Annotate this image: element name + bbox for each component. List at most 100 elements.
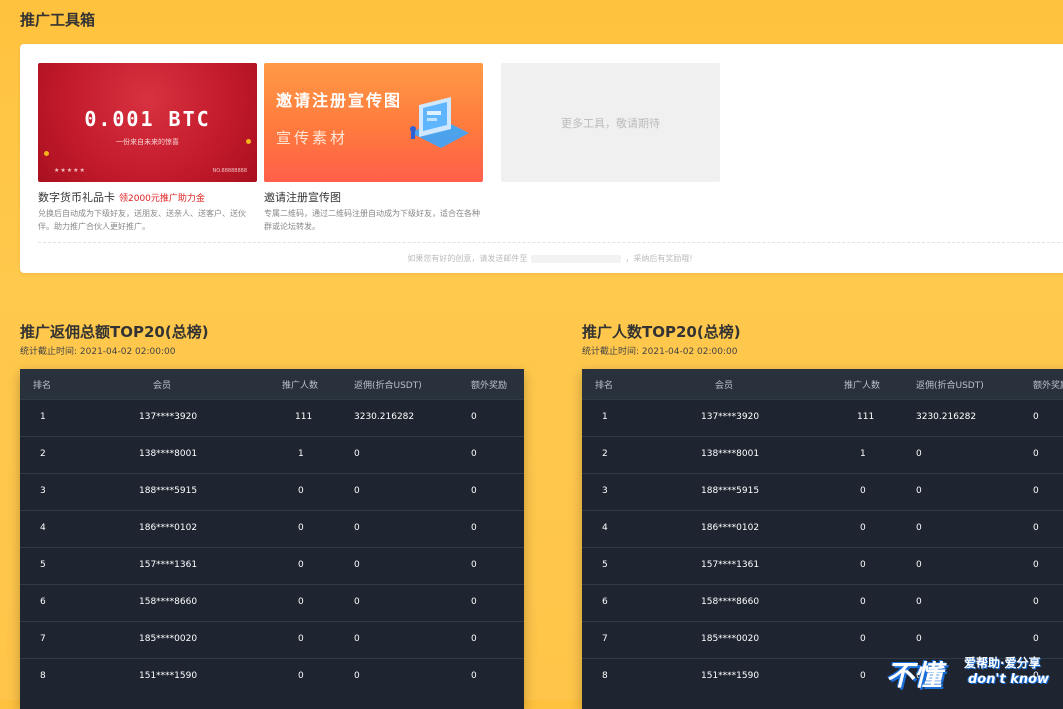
bonus-cell: 0 (471, 412, 477, 422)
member-cell: 151****1590 (701, 671, 760, 681)
bonus-cell: 0 (471, 634, 477, 644)
toolbox-footnote: 如果您有好的创意，请发送邮件至 ，采纳后有奖励哦! (20, 253, 1063, 264)
member-cell: 138****8001 (701, 449, 760, 459)
member-cell: 185****0020 (701, 634, 760, 644)
invite-poster-image-subtitle: 宣传素材 (276, 129, 349, 147)
watermark-slogan: 爱帮助·爱分享 (964, 656, 1041, 670)
gift-card-description: 兑换后自动成为下级好友，送朋友、送亲人、送客户、送伙伴。助力推广合伙人更好推广。 (38, 209, 246, 231)
member-cell: 188****5915 (701, 486, 760, 496)
bonus-cell: 0 (1033, 560, 1039, 570)
table-header: 排名 会员 推广人数 返佣(折合USDT) 额外奖励 (582, 369, 1063, 399)
rank-cell: 4 (602, 523, 608, 533)
bonus-cell: 0 (1033, 486, 1039, 496)
commission-cell: 0 (354, 560, 360, 570)
table-row: 7 185****0020 0 0 0 (20, 621, 524, 658)
more-tools-placeholder: 更多工具，敬请期待 (501, 63, 720, 182)
invite-poster-title[interactable]: 邀请注册宣传图 (264, 189, 483, 205)
referrals-cell: 0 (298, 671, 304, 681)
commission-board-title: 推广返佣总额TOP20(总榜) (20, 323, 209, 341)
commission-cell: 0 (354, 634, 360, 644)
more-tools-card: 更多工具，敬请期待 (501, 63, 720, 182)
header-rank: 排名 (595, 381, 614, 391)
table-header: 排名 会员 推广人数 返佣(折合USDT) 额外奖励 (20, 369, 524, 399)
redacted-email (531, 254, 622, 263)
bonus-cell: 0 (471, 523, 477, 533)
bonus-cell: 0 (471, 597, 477, 607)
rank-cell: 1 (40, 412, 46, 422)
rank-cell: 7 (602, 634, 608, 644)
member-cell: 137****3920 (139, 412, 198, 422)
commission-cell: 0 (354, 597, 360, 607)
header-bonus: 额外奖励 (471, 381, 508, 391)
gift-card-image-subtitle: 一份来自未来的惊喜 (116, 138, 179, 146)
rank-cell: 5 (602, 560, 608, 570)
referrals-cell: 0 (298, 486, 304, 496)
member-cell: 157****1361 (701, 560, 760, 570)
gift-card-image[interactable]: 0.001 BTC 一份来自未来的惊喜 ★★★★★ NO.88888888 (38, 63, 257, 182)
toolbox-title: 推广工具箱 (20, 11, 96, 29)
referral-board-stats-time: 统计截止时间: 2021-04-02 02:00:00 (582, 347, 738, 357)
table-row: 2 138****8001 1 0 0 (582, 436, 1063, 473)
table-row: 2 138****8001 1 0 0 (20, 436, 524, 473)
table-row: 1 137****3920 111 3230.216282 0 (20, 399, 524, 436)
table-row: 6 158****8660 0 0 0 (20, 584, 524, 621)
gift-card-title[interactable]: 数字货币礼品卡 (38, 191, 115, 204)
rank-cell: 5 (40, 560, 46, 570)
referrals-cell: 0 (860, 560, 866, 570)
toolbox-panel: 0.001 BTC 一份来自未来的惊喜 ★★★★★ NO.88888888 数字… (20, 44, 1063, 273)
invite-poster-image[interactable]: 邀请注册宣传图 宣传素材 (264, 63, 483, 182)
bonus-cell: 0 (1033, 449, 1039, 459)
gold-dot-decoration (44, 151, 49, 156)
commission-cell: 0 (354, 671, 360, 681)
referrals-cell: 0 (860, 523, 866, 533)
gift-card-promo-tag: 领2000元推广助力金 (119, 194, 205, 204)
referrals-cell: 0 (298, 597, 304, 607)
bonus-cell: 0 (471, 486, 477, 496)
commission-board-stats-time: 统计截止时间: 2021-04-02 02:00:00 (20, 347, 176, 357)
table-row: 3 188****5915 0 0 0 (582, 473, 1063, 510)
gift-card-serial: NO.88888888 (212, 168, 247, 174)
member-cell: 158****8660 (139, 597, 198, 607)
referral-board-title: 推广人数TOP20(总榜) (582, 323, 741, 341)
referrals-cell: 0 (860, 597, 866, 607)
header-rank: 排名 (33, 381, 52, 391)
commission-cell: 0 (916, 523, 922, 533)
header-bonus: 额外奖励 (1033, 381, 1063, 391)
bonus-cell: 0 (471, 449, 477, 459)
header-referrals: 推广人数 (282, 381, 319, 391)
commission-cell: 0 (354, 523, 360, 533)
rank-cell: 1 (602, 412, 608, 422)
referrals-cell: 111 (295, 412, 313, 422)
referrals-cell: 111 (857, 412, 875, 422)
invite-poster-description: 专属二维码，通过二维码注册自动成为下级好友，适合在各种群或论坛转发。 (264, 209, 480, 231)
bonus-cell: 0 (1033, 412, 1039, 422)
invite-poster-tool[interactable]: 邀请注册宣传图 宣传素材 邀请注册宣传图 专属二维码，通过二维码注册自动成为下级… (264, 63, 483, 233)
header-commission: 返佣(折合USDT) (916, 381, 984, 391)
member-cell: 138****8001 (139, 449, 198, 459)
member-cell: 137****3920 (701, 412, 760, 422)
gift-card-stars: ★★★★★ (54, 167, 86, 174)
member-cell: 188****5915 (139, 486, 198, 496)
rank-cell: 8 (40, 671, 46, 681)
watermark-logo: 不懂 爱帮助·爱分享 don't know (886, 652, 1056, 694)
rank-cell: 3 (602, 486, 608, 496)
member-cell: 158****8660 (701, 597, 760, 607)
commission-cell: 0 (916, 560, 922, 570)
table-row: 5 157****1361 0 0 0 (582, 547, 1063, 584)
watermark-english: don't know (968, 672, 1050, 687)
referrals-cell: 0 (860, 634, 866, 644)
bonus-cell: 0 (471, 671, 477, 681)
bonus-cell: 0 (1033, 634, 1039, 644)
commission-cell: 0 (354, 486, 360, 496)
referrals-cell: 0 (298, 560, 304, 570)
table-row: 5 157****1361 0 0 0 (20, 547, 524, 584)
table-row: 8 151****1590 0 0 0 (20, 658, 524, 695)
commission-leaderboard-table: 排名 会员 推广人数 返佣(折合USDT) 额外奖励 1 137****3920 1… (20, 369, 524, 709)
member-cell: 186****0102 (139, 523, 198, 533)
footnote-suffix: ，采纳后有奖励哦! (625, 254, 693, 263)
isometric-device-illustration (410, 97, 469, 148)
bonus-cell: 0 (1033, 597, 1039, 607)
gift-card-tool[interactable]: 0.001 BTC 一份来自未来的惊喜 ★★★★★ NO.88888888 数字… (38, 63, 257, 233)
rank-cell: 2 (602, 449, 608, 459)
table-row: 4 186****0102 0 0 0 (20, 510, 524, 547)
